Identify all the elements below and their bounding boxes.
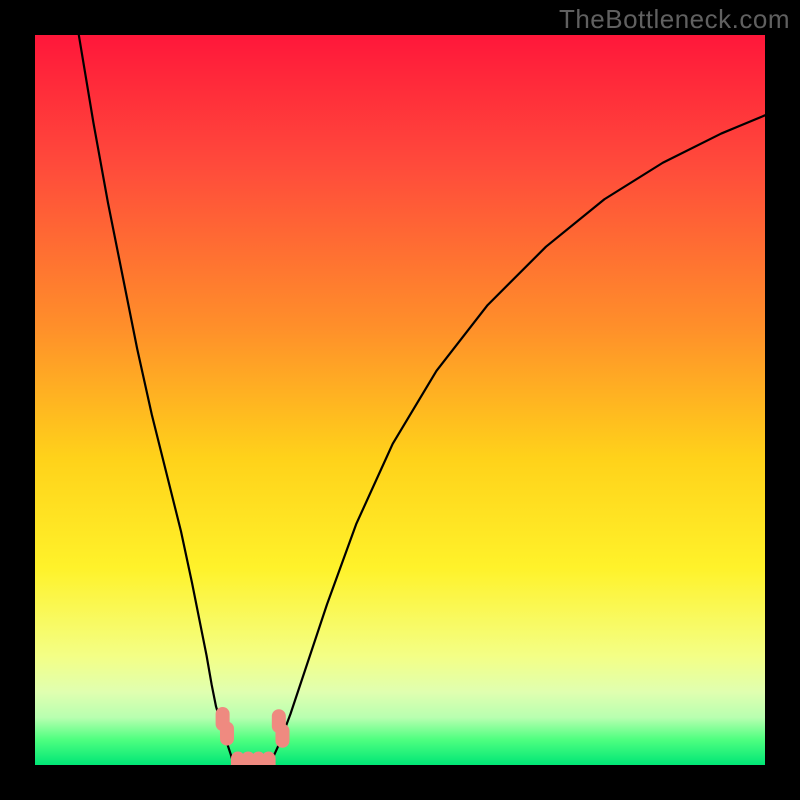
marker-left-top-pair [220,722,234,746]
watermark-text: TheBottleneck.com [559,4,790,35]
gradient-background [35,35,765,765]
marker-bottom-bar [262,752,276,765]
marker-right-top-pair [275,724,289,748]
bottleneck-chart [35,35,765,765]
chart-frame: TheBottleneck.com [0,0,800,800]
